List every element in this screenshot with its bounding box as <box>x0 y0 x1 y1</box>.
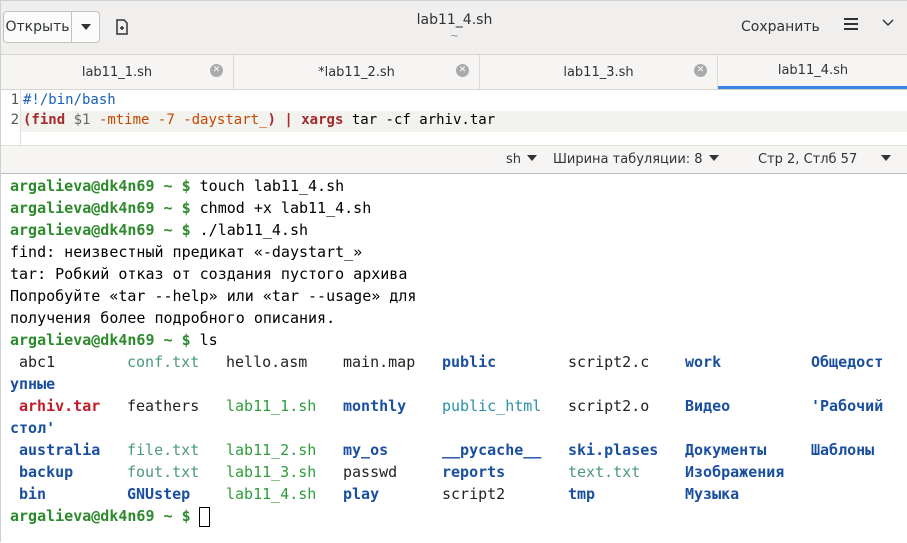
ls-entry: 'Рабочий <box>811 397 884 415</box>
terminal-line: argalieva@dk4n69 ~ $ ./lab11_4.sh <box>10 221 309 239</box>
ls-entry: script2.o <box>568 397 650 415</box>
ls-entry: ski.plases <box>568 441 659 459</box>
language-selector[interactable]: sh <box>506 152 538 167</box>
line-number: 2 <box>10 112 19 128</box>
text-editor-window: Открыть lab11_4.sh ~ Сохранить lab11_1.s… <box>0 0 907 543</box>
ls-entry: public_html <box>442 397 542 415</box>
ls-entry: australia <box>19 441 101 459</box>
tab-lab11-2[interactable]: *lab11_2.sh ✕ <box>234 55 480 89</box>
tab-lab11-4[interactable]: lab11_4.sh <box>718 55 907 89</box>
terminal-line: find: неизвестный предикат «-daystart_» <box>10 243 363 261</box>
terminal-line: tar: Робкий отказ от создания пустого ар… <box>10 265 408 283</box>
ls-entry: tmp <box>568 485 596 503</box>
ls-entry: conf.txt <box>127 353 200 371</box>
tab-lab11-1[interactable]: lab11_1.sh ✕ <box>1 55 234 89</box>
terminal-line: argalieva@dk4n69 ~ $ touch lab11_4.sh <box>10 177 345 195</box>
ls-entry: упные <box>10 375 56 393</box>
ls-entry: bin <box>19 485 47 503</box>
ls-entry: abc1 <box>19 353 56 371</box>
ls-entry: script2.c <box>568 353 650 371</box>
cursor-position[interactable]: Стр 2, Стлб 57 <box>758 152 857 167</box>
ls-entry: passwd <box>343 463 398 481</box>
ls-entry: feathers <box>127 397 200 415</box>
ls-entry: Музыка <box>685 485 740 503</box>
status-bar: sh Ширина табуляции: 8 Стр 2, Стлб 57 <box>1 145 907 173</box>
ls-entry: lab11_2.sh <box>226 441 317 459</box>
ls-entry: Общедост <box>811 353 884 371</box>
ls-entry: my_os <box>343 441 389 459</box>
tab-label: *lab11_2.sh <box>318 64 395 80</box>
ls-entry: GNUstep <box>127 485 191 503</box>
ls-entry: text.txt <box>568 463 641 481</box>
terminal-prompt-line: argalieva@dk4n69 ~ $ <box>10 507 191 525</box>
hamburger-menu-icon[interactable] <box>839 15 863 39</box>
ls-entry: public <box>442 353 497 371</box>
ls-entry: Документы <box>685 441 767 459</box>
code-editor[interactable]: 1 2 #!/bin/bash (find $1 -mtime -7 -days… <box>1 90 907 145</box>
tab-bar: lab11_1.sh ✕ *lab11_2.sh ✕ lab11_3.sh ✕ … <box>1 55 907 90</box>
ls-entry: arhiv.tar <box>19 397 101 415</box>
ls-entry: __pycache__ <box>442 441 542 459</box>
ls-entry: play <box>343 485 380 503</box>
header-bar: Открыть lab11_4.sh ~ Сохранить <box>1 1 907 55</box>
save-button[interactable]: Сохранить <box>741 19 820 35</box>
ls-entry: lab11_1.sh <box>226 397 317 415</box>
gutter-divider <box>20 90 21 145</box>
terminal-cursor <box>199 507 210 527</box>
chevron-down-icon <box>527 155 538 161</box>
line-number: 1 <box>10 92 19 108</box>
close-icon[interactable]: ✕ <box>210 64 223 77</box>
code-line-1: #!/bin/bash <box>23 92 116 108</box>
tab-label: lab11_3.sh <box>563 64 634 80</box>
ls-entry: Видео <box>685 397 731 415</box>
terminal[interactable]: argalieva@dk4n69 ~ $ touch lab11_4.sharg… <box>1 173 907 543</box>
ls-entry: lab11_4.sh <box>226 485 317 503</box>
tab-width-selector[interactable]: Ширина табуляции: 8 <box>553 152 719 167</box>
ls-entry: Изображения <box>685 463 785 481</box>
ls-entry: work <box>685 353 722 371</box>
ls-entry: стол' <box>10 419 56 437</box>
ls-entry: file.txt <box>127 441 200 459</box>
ls-entry: script2 <box>442 485 506 503</box>
code-line-2: (find $1 -mtime -7 -daystart_) | xargs t… <box>23 112 496 128</box>
terminal-line: получения более подробного описания. <box>10 309 336 327</box>
ls-entry: hello.asm <box>226 353 308 371</box>
tab-lab11-3[interactable]: lab11_3.sh ✕ <box>480 55 718 89</box>
ls-entry: monthly <box>343 397 407 415</box>
chevron-down-icon[interactable] <box>875 152 891 167</box>
ls-entry: reports <box>442 463 506 481</box>
ls-entry: main.map <box>343 353 416 371</box>
close-icon[interactable]: ✕ <box>694 64 707 77</box>
terminal-line: argalieva@dk4n69 ~ $ chmod +x lab11_4.sh <box>10 199 372 217</box>
ls-entry: fout.txt <box>127 463 200 481</box>
terminal-line: argalieva@dk4n69 ~ $ ls <box>10 331 218 349</box>
chevron-down-icon <box>708 155 719 161</box>
ls-entry: Шаблоны <box>811 441 875 459</box>
tab-label: lab11_1.sh <box>81 64 153 80</box>
tab-label: lab11_4.sh <box>777 63 849 78</box>
ls-entry: backup <box>19 463 74 481</box>
ls-entry: lab11_3.sh <box>226 463 317 481</box>
terminal-line: Попробуйте «tar --help» или «tar --usage… <box>10 287 417 305</box>
close-icon[interactable]: ✕ <box>456 64 469 77</box>
chevron-down-icon[interactable] <box>877 15 899 37</box>
